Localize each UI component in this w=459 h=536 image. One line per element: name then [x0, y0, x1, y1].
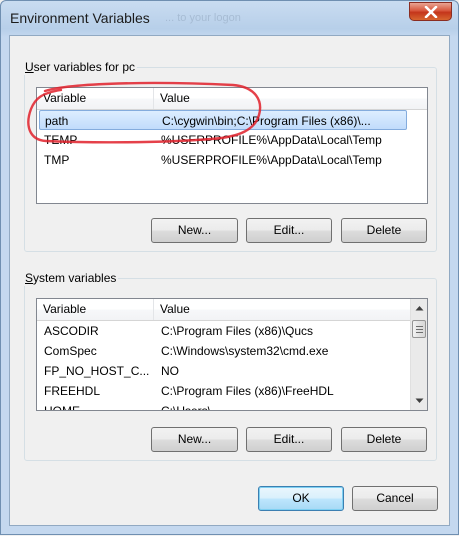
value-cell: %USERPROFILE%\AppData\Local\Temp	[161, 153, 382, 167]
table-row[interactable]: HOME C:\Users\...	[37, 401, 427, 411]
table-row[interactable]: FP_NO_HOST_C... NO	[37, 361, 427, 381]
variable-cell: TEMP	[44, 133, 78, 147]
variable-cell: path	[45, 114, 69, 128]
variable-cell: ComSpec	[44, 344, 97, 358]
system-edit-label: Edit...	[273, 432, 305, 446]
user-variables-list-header: Variable Value	[37, 88, 427, 110]
user-new-label: New...	[177, 223, 212, 237]
value-cell: C:\Program Files (x86)\Qucs	[161, 324, 314, 338]
system-delete-label: Delete	[366, 432, 402, 446]
value-cell: NO	[161, 364, 179, 378]
user-delete-button[interactable]: Delete	[341, 218, 427, 243]
scrollbar-thumb[interactable]	[412, 320, 426, 338]
value-cell: C:\Program Files (x86)\FreeHDL	[161, 384, 334, 398]
user-delete-label: Delete	[366, 223, 402, 237]
variable-cell: TMP	[44, 153, 70, 167]
window-title: Environment Variables	[10, 10, 150, 26]
system-variables-scrollbar[interactable]	[410, 299, 427, 410]
table-row[interactable]: path C:\cygwin\bin;C:\Program Files (x86)…	[39, 110, 407, 130]
column-header-value[interactable]: Value	[154, 88, 427, 109]
user-edit-label: Edit...	[273, 223, 305, 237]
table-row[interactable]: FREEHDL C:\Program Files (x86)\FreeHDL	[37, 381, 427, 401]
table-row[interactable]: TMP %USERPROFILE%\AppData\Local\Temp	[37, 150, 427, 170]
table-row[interactable]: ASCODIR C:\Program Files (x86)\Qucs	[37, 321, 427, 341]
variable-cell: FREEHDL	[44, 384, 101, 398]
environment-variables-window: Environment Variables ... to your logon …	[0, 0, 459, 535]
ok-label: OK	[292, 491, 310, 505]
cancel-label: Cancel	[376, 491, 414, 505]
user-variables-list[interactable]: Variable Value path C:\cygwin\bin;C:\Prog…	[36, 87, 428, 204]
system-new-label: New...	[177, 432, 212, 446]
column-header-variable[interactable]: Variable	[37, 299, 154, 320]
user-new-button[interactable]: New...	[151, 218, 238, 243]
scroll-up-icon	[415, 305, 423, 310]
scroll-down-icon	[415, 398, 423, 403]
user-edit-button[interactable]: Edit...	[246, 218, 332, 243]
system-delete-button[interactable]: Delete	[341, 427, 427, 452]
system-variables-list-header: Variable Value	[37, 299, 427, 321]
variable-cell: ASCODIR	[44, 324, 99, 338]
value-cell: C:\Windows\system32\cmd.exe	[161, 344, 329, 358]
column-header-value[interactable]: Value	[154, 299, 412, 320]
system-variables-label: System variables	[24, 271, 119, 286]
column-header-variable[interactable]: Variable	[37, 88, 154, 109]
title-bar[interactable]: Environment Variables ... to your logon	[1, 1, 458, 35]
value-cell: C:\Users\...	[161, 404, 222, 411]
background-window-text: ... to your logon	[165, 12, 241, 24]
value-cell: %USERPROFILE%\AppData\Local\Temp	[161, 133, 382, 147]
ok-button[interactable]: OK	[258, 486, 344, 511]
user-variables-label: User variables for pc	[24, 60, 138, 75]
table-row[interactable]: ComSpec C:\Windows\system32\cmd.exe	[37, 341, 427, 361]
variable-cell: HOME	[44, 404, 80, 411]
scroll-down-button[interactable]	[411, 392, 427, 409]
system-new-button[interactable]: New...	[151, 427, 238, 452]
scroll-up-button[interactable]	[411, 299, 427, 316]
system-edit-button[interactable]: Edit...	[246, 427, 332, 452]
cancel-button[interactable]: Cancel	[352, 486, 438, 511]
system-variables-list[interactable]: Variable Value ASCODIR C:\Program Files (…	[36, 298, 428, 411]
table-row[interactable]: TEMP %USERPROFILE%\AppData\Local\Temp	[37, 130, 427, 150]
variable-cell: FP_NO_HOST_C...	[44, 364, 150, 378]
dialog-client-area: User variables for pc Variable Value pat…	[9, 35, 450, 526]
value-cell: C:\cygwin\bin;C:\Program Files (x86)\...	[162, 114, 371, 128]
close-icon	[424, 5, 437, 18]
close-button[interactable]	[409, 2, 452, 21]
